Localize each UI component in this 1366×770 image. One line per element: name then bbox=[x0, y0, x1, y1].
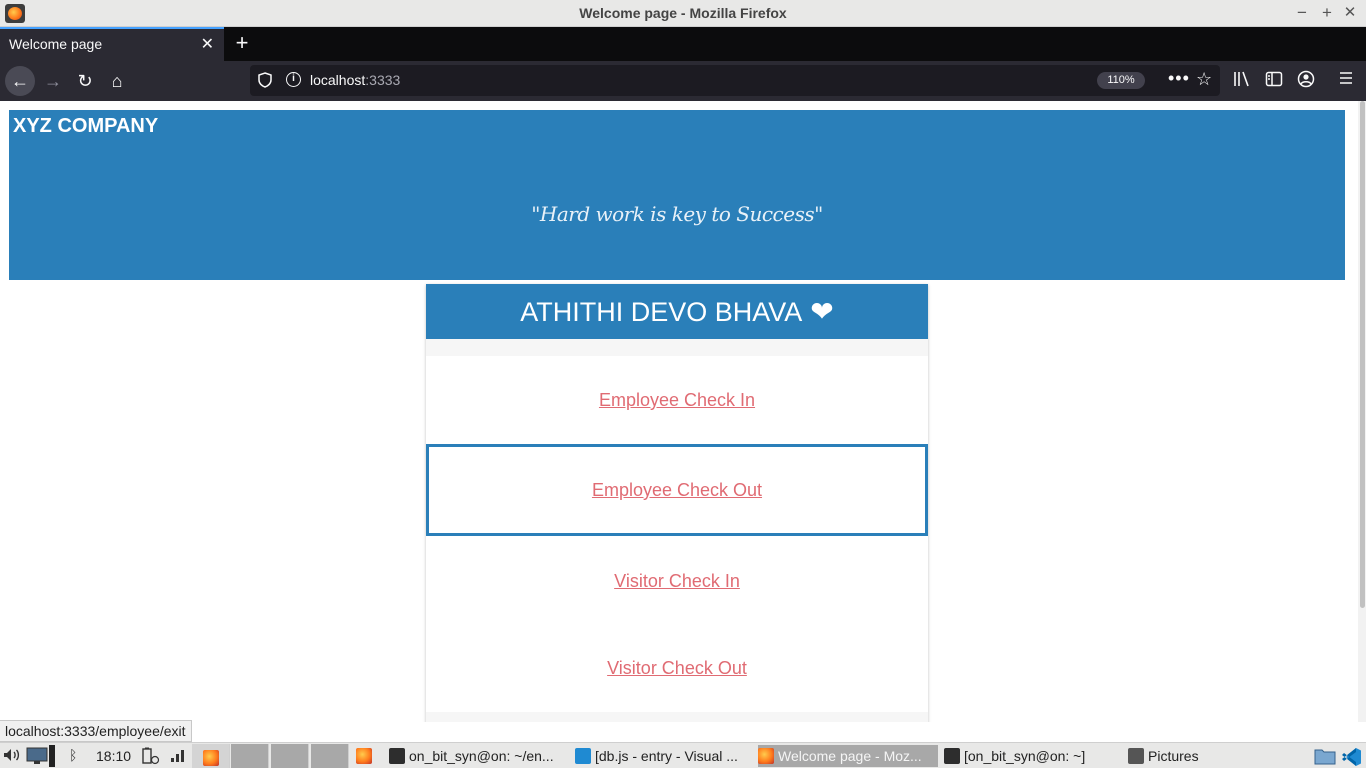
zoom-indicator[interactable]: 110% bbox=[1097, 72, 1145, 89]
info-icon[interactable]: i bbox=[286, 72, 301, 87]
tab-strip: Welcome page ✕ + bbox=[0, 27, 1366, 61]
minimize-button[interactable]: − bbox=[1292, 3, 1312, 23]
list-item: Employee Check In bbox=[426, 356, 928, 444]
navigation-toolbar: ← → ↻ ⌂ i localhost:3333 110% ••• ☆ bbox=[0, 61, 1366, 101]
terminal-icon bbox=[944, 748, 960, 764]
taskbar-item[interactable]: on_bit_syn@on: ~/en... bbox=[389, 745, 567, 767]
firefox-icon bbox=[758, 748, 774, 764]
firefox-launcher[interactable] bbox=[356, 745, 378, 767]
list-item: Employee Check Out bbox=[426, 444, 928, 536]
url-bar[interactable]: i localhost:3333 110% ••• ☆ bbox=[250, 65, 1220, 96]
taskbar-item-label: Pictures bbox=[1148, 748, 1199, 764]
home-button[interactable]: ⌂ bbox=[102, 66, 132, 96]
network-icon[interactable] bbox=[170, 747, 188, 766]
taskbar-clock[interactable]: 18:10 bbox=[96, 748, 131, 764]
workspace-1[interactable] bbox=[192, 744, 230, 768]
visitor-check-out-link[interactable]: Visitor Check Out bbox=[607, 658, 747, 678]
library-icon[interactable] bbox=[1233, 70, 1251, 92]
taskbar-item[interactable]: [db.js - entry - Visual ... bbox=[575, 745, 753, 767]
list-item: Visitor Check Out bbox=[426, 626, 928, 712]
menu-icon[interactable] bbox=[1338, 70, 1354, 92]
workspace-3[interactable] bbox=[271, 744, 309, 768]
status-link-preview: localhost:3333/employee/exit bbox=[0, 720, 192, 742]
battery-icon[interactable] bbox=[140, 747, 160, 768]
back-button[interactable]: ← bbox=[5, 66, 35, 96]
taskbar-item-label: on_bit_syn@on: ~/en... bbox=[409, 748, 554, 764]
card-heading: ATHITHI DEVO BHAVA ❤ bbox=[426, 284, 928, 339]
bookmark-star-icon[interactable]: ☆ bbox=[1196, 69, 1212, 90]
window-titlebar: Welcome page - Mozilla Firefox − + ✕ bbox=[0, 0, 1366, 27]
workspace-2[interactable] bbox=[231, 744, 269, 768]
page-viewport: XYZ COMPANY "Hard work is key to Success… bbox=[0, 101, 1358, 722]
navigation-card: ATHITHI DEVO BHAVA ❤ Employee Check In Em… bbox=[426, 284, 928, 722]
taskbar-item-label: [on_bit_syn@on: ~] bbox=[964, 748, 1086, 764]
taskbar-item[interactable]: [on_bit_syn@on: ~] bbox=[944, 745, 1124, 767]
vscode-icon bbox=[575, 748, 591, 764]
sidebar-icon[interactable] bbox=[1265, 70, 1283, 92]
folder-icon bbox=[1128, 748, 1144, 764]
taskbar: ᛒ 18:10 on_bit_syn@on: ~/en... [db.js - … bbox=[0, 742, 1366, 768]
list-item: Visitor Check In bbox=[426, 536, 928, 626]
account-icon[interactable] bbox=[1297, 70, 1315, 92]
visitor-check-in-link[interactable]: Visitor Check In bbox=[614, 571, 740, 591]
company-motto: "Hard work is key to Success" bbox=[531, 202, 823, 226]
page-actions-icon[interactable]: ••• bbox=[1168, 68, 1190, 89]
vscode-icon[interactable] bbox=[1340, 747, 1362, 770]
taskbar-item[interactable]: Pictures bbox=[1128, 745, 1238, 767]
tab-title: Welcome page bbox=[9, 36, 103, 52]
file-manager-icon[interactable] bbox=[1314, 747, 1336, 768]
bluetooth-icon[interactable]: ᛒ bbox=[69, 747, 77, 763]
maximize-button[interactable]: + bbox=[1317, 3, 1337, 23]
close-window-button[interactable]: ✕ bbox=[1340, 3, 1360, 23]
company-banner: XYZ COMPANY "Hard work is key to Success… bbox=[9, 110, 1345, 280]
forward-button[interactable]: → bbox=[38, 66, 68, 96]
card-heading-text: ATHITHI DEVO BHAVA bbox=[520, 297, 803, 327]
url-port: :3333 bbox=[365, 72, 401, 88]
monitor-icon[interactable] bbox=[26, 747, 48, 768]
tab-welcome-page[interactable]: Welcome page ✕ bbox=[0, 27, 224, 61]
scrollbar-thumb[interactable] bbox=[1360, 101, 1365, 608]
employee-check-in-link[interactable]: Employee Check In bbox=[599, 390, 755, 410]
reload-button[interactable]: ↻ bbox=[70, 66, 100, 96]
window-title: Welcome page - Mozilla Firefox bbox=[579, 5, 787, 21]
heart-icon: ❤ bbox=[810, 296, 834, 327]
url-host: localhost bbox=[310, 72, 366, 88]
url-text[interactable]: localhost:3333 bbox=[310, 72, 400, 88]
shield-icon[interactable] bbox=[258, 72, 272, 88]
close-tab-icon[interactable]: ✕ bbox=[201, 34, 214, 54]
taskbar-item-label: [db.js - entry - Visual ... bbox=[595, 748, 738, 764]
cpu-meter-icon bbox=[49, 745, 55, 767]
workspace-4[interactable] bbox=[311, 744, 349, 768]
taskbar-item-active[interactable]: Welcome page - Moz... bbox=[758, 745, 938, 767]
company-name: XYZ COMPANY bbox=[13, 115, 159, 137]
firefox-icon bbox=[203, 747, 223, 769]
volume-icon[interactable] bbox=[2, 747, 22, 766]
employee-check-out-link[interactable]: Employee Check Out bbox=[592, 480, 762, 500]
terminal-icon bbox=[389, 748, 405, 764]
new-tab-button[interactable]: + bbox=[230, 30, 254, 56]
taskbar-item-label: Welcome page - Moz... bbox=[778, 748, 922, 764]
